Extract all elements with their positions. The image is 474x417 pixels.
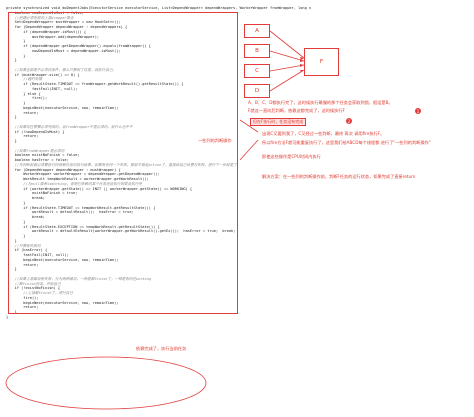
arrow-to-code-2 — [239, 139, 259, 161]
arrow-d-to-f — [269, 69, 305, 92]
arrow-a-to-f — [269, 30, 305, 59]
arrow-b-to-f — [269, 50, 305, 62]
annotation-arrows — [5, 30, 305, 410]
arrow-c-to-f — [269, 64, 305, 72]
final-block-ellipse — [5, 356, 207, 410]
arrow-to-code-1 — [239, 119, 259, 133]
